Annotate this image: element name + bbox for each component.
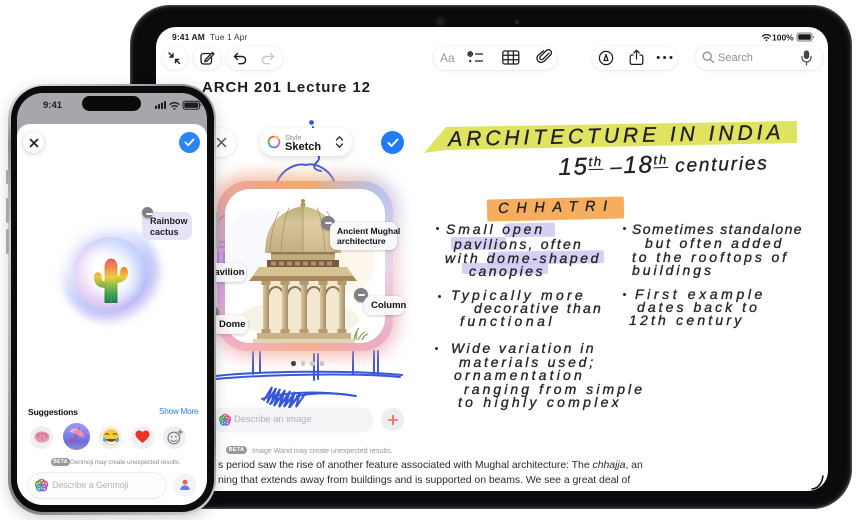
svg-text:100%: 100% — [772, 33, 794, 43]
